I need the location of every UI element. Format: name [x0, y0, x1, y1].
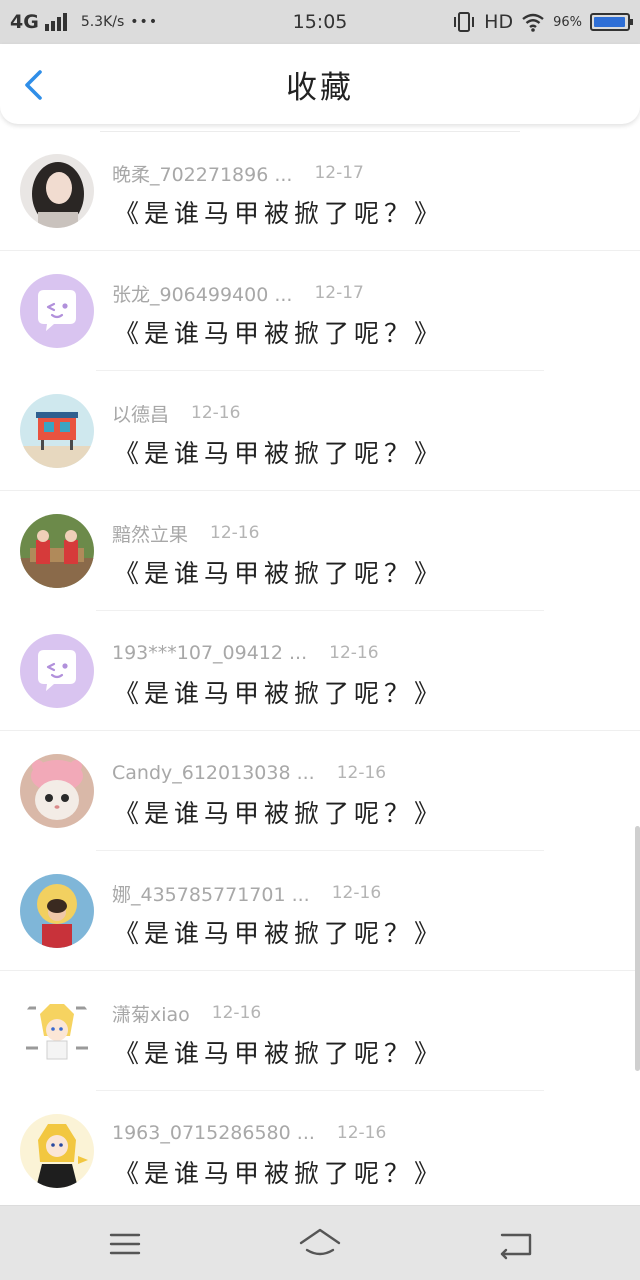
battery-icon [590, 13, 633, 31]
app-header: 收藏 [0, 44, 640, 124]
item-title: 《是谁马甲被掀了呢？》 [114, 439, 445, 468]
favorites-list: 晚柔_702271896 ... 12-17 《是谁马甲被掀了呢？》 张龙_90… [0, 131, 640, 1205]
item-meta: 黯然立果 12-16 [112, 520, 259, 546]
item-date: 12-17 [314, 283, 364, 303]
item-meta: Candy_612013038 ... 12-16 [112, 760, 386, 786]
user-name: 娜_435785771701 ... [112, 883, 310, 906]
item-title: 《是谁马甲被掀了呢？》 [114, 1159, 445, 1188]
list-item[interactable]: 1963_0715286580 ... 12-16 《是谁马甲被掀了呢？》 [0, 1091, 640, 1205]
item-date: 12-16 [191, 403, 241, 423]
avatar [20, 514, 94, 588]
item-meta: 1963_0715286580 ... 12-16 [112, 1120, 386, 1146]
back-arrow-icon[interactable] [496, 1224, 536, 1264]
item-title: 《是谁马甲被掀了呢？》 [114, 799, 445, 828]
item-date: 12-16 [329, 643, 379, 663]
photo-avatar-icon [20, 874, 94, 948]
user-name: 193***107_09412 ... [112, 642, 308, 664]
avatar [20, 274, 94, 348]
list-item[interactable]: 潇菊xiao 12-16 《是谁马甲被掀了呢？》 [0, 971, 640, 1091]
item-meta: 娜_435785771701 ... 12-16 [112, 880, 381, 906]
item-title: 《是谁马甲被掀了呢？》 [114, 559, 445, 588]
item-meta: 潇菊xiao 12-16 [112, 1000, 261, 1026]
anime-avatar-icon [20, 1114, 94, 1188]
chat-bubble-icon [20, 274, 94, 348]
list-item[interactable]: 张龙_906499400 ... 12-17 《是谁马甲被掀了呢？》 [0, 251, 640, 371]
item-title: 《是谁马甲被掀了呢？》 [114, 319, 445, 348]
home-icon[interactable] [298, 1224, 342, 1264]
item-meta: 以德昌 12-16 [112, 400, 240, 426]
battery-percent: 96% [553, 14, 582, 30]
avatar [20, 994, 94, 1068]
user-name: 晚柔_702271896 ... [112, 163, 293, 186]
cat-avatar-icon [20, 754, 94, 828]
item-title: 《是谁马甲被掀了呢？》 [114, 1039, 445, 1068]
user-name: Candy_612013038 ... [112, 762, 315, 784]
item-meta: 193***107_09412 ... 12-16 [112, 640, 379, 666]
item-date: 12-16 [336, 763, 387, 783]
item-title: 《是谁马甲被掀了呢？》 [114, 919, 445, 948]
item-date: 12-16 [211, 1003, 262, 1023]
item-title: 《是谁马甲被掀了呢？》 [114, 679, 445, 708]
chat-bubble-icon [20, 634, 94, 708]
item-meta: 晚柔_702271896 ... 12-17 [112, 160, 364, 186]
system-nav-bar [0, 1205, 640, 1280]
item-title: 《是谁马甲被掀了呢？》 [114, 199, 445, 228]
anime-avatar-icon [20, 994, 94, 1068]
user-name: 黯然立果 [112, 523, 189, 546]
item-date: 12-16 [331, 883, 382, 903]
hd-indicator: HD [484, 11, 514, 33]
lifeguard-hut-icon [20, 394, 94, 468]
avatar [20, 154, 94, 228]
avatar [20, 754, 94, 828]
avatar [20, 394, 94, 468]
list-item[interactable]: 193***107_09412 ... 12-16 《是谁马甲被掀了呢？》 [0, 611, 640, 731]
list-item[interactable]: 以德昌 12-16 《是谁马甲被掀了呢？》 [0, 371, 640, 491]
avatar [20, 874, 94, 948]
photo-avatar-icon [20, 154, 94, 228]
user-name: 1963_0715286580 ... [112, 1122, 315, 1144]
avatar [20, 1114, 94, 1188]
avatar [20, 634, 94, 708]
photo-avatar-icon [20, 514, 94, 588]
vibrate-icon [454, 12, 475, 32]
list-item[interactable]: 黯然立果 12-16 《是谁马甲被掀了呢？》 [0, 491, 640, 611]
list-item[interactable]: 娜_435785771701 ... 12-16 《是谁马甲被掀了呢？》 [0, 851, 640, 971]
wifi-icon [522, 13, 544, 32]
item-date: 12-16 [210, 523, 260, 543]
item-date: 12-16 [336, 1123, 387, 1143]
battery-level [594, 17, 625, 27]
scrollbar[interactable] [635, 826, 640, 1071]
user-name: 以德昌 [112, 403, 170, 426]
list-item[interactable]: Candy_612013038 ... 12-16 《是谁马甲被掀了呢？》 [0, 731, 640, 851]
list-item[interactable]: 晚柔_702271896 ... 12-17 《是谁马甲被掀了呢？》 [0, 131, 640, 251]
item-date: 12-17 [314, 163, 364, 183]
status-bar: 4G 5.3K/s ••• 15:05 HD 96% [0, 0, 640, 44]
status-right: HD 96% [452, 0, 633, 44]
user-name: 张龙_906499400 ... [112, 283, 293, 306]
page-title: 收藏 [286, 70, 354, 106]
menu-icon[interactable] [105, 1224, 145, 1264]
item-meta: 张龙_906499400 ... 12-17 [112, 280, 364, 306]
user-name: 潇菊xiao [112, 1003, 190, 1026]
